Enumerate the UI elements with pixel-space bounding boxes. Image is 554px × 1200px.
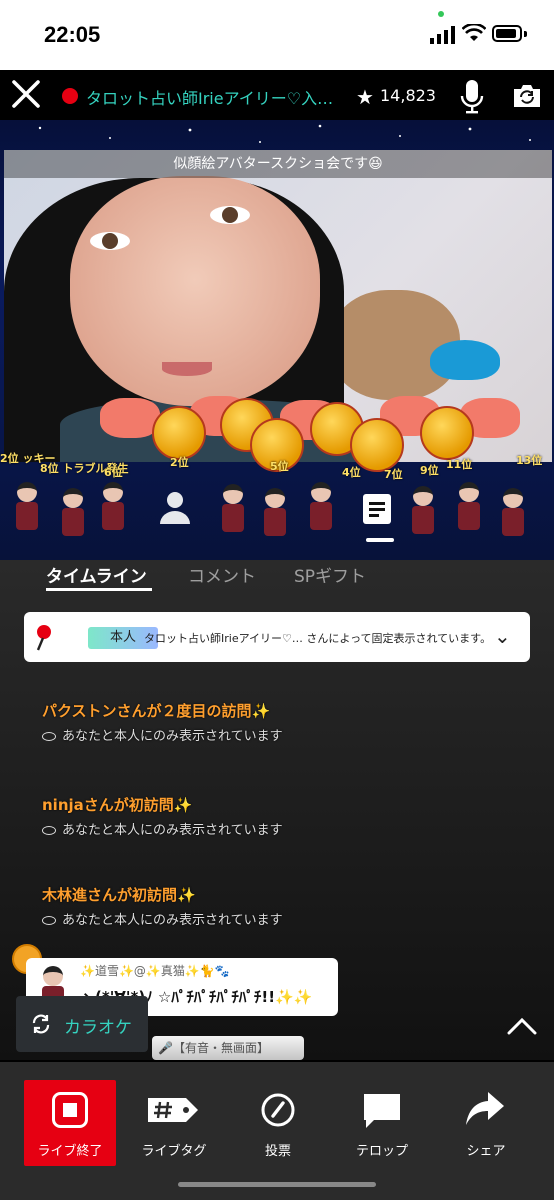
visit-title: 木林進さんが初訪問✨ [42,886,196,904]
right-eye [210,206,250,224]
plush-bird [430,340,500,380]
end-live-button[interactable]: ライブ終了 [24,1080,116,1166]
tab-timeline[interactable]: タイムライン [46,562,147,587]
eye-icon [42,826,56,835]
coral-gift [100,398,160,438]
visibility-note: あなたと本人にのみ表示されています [42,819,283,838]
caption-icon [364,1094,400,1128]
recording-indicator [438,11,444,17]
visit-title: ninjaさんが初訪問✨ [42,796,193,814]
channel-title[interactable]: タロット占い師Irieアイリー♡入… [86,85,346,109]
chevron-up-icon[interactable] [506,1016,538,1036]
battery-tip [524,31,527,37]
viewer-avatar[interactable] [100,482,126,542]
status-bar: 22:05 [0,0,554,70]
chat-username: ✨道雪✨@✨真猫✨🐈🐾 [80,964,230,978]
live-indicator [62,88,78,104]
left-eye [90,232,130,250]
rank-badge[interactable]: 9位 [420,462,439,478]
viewer-avatar[interactable] [60,488,86,548]
karaoke-label: カラオケ [64,1018,132,1038]
cellular-signal-icon [430,26,455,44]
pinned-text: タロット占い師Irieアイリー♡… さんによって固定表示されています。 [144,632,492,645]
rank-badge[interactable]: 2位 [170,454,189,470]
eye-icon [42,732,56,741]
video-banner: 似顔絵アバタースクショ会です😆 [4,150,552,178]
tab-sp-gift[interactable]: SPギフト [294,562,366,587]
live-tag-label: ライブタグ [141,1144,207,1159]
viewer-avatar[interactable] [456,482,482,542]
status-time: 22:05 [44,22,101,47]
visibility-note: あなたと本人にのみ表示されています [42,725,283,744]
stop-icon [52,1092,88,1128]
eye-icon [42,916,56,925]
viewer-avatar[interactable] [308,482,334,542]
avatar-crowd [0,478,554,560]
viewer-avatar[interactable] [410,486,436,546]
vote-button[interactable]: 投票 [232,1080,324,1166]
battery-icon [492,25,522,42]
repeat-icon [32,1014,50,1034]
karaoke-button[interactable]: カラオケ [16,996,148,1052]
camera-switch-icon[interactable] [512,83,542,109]
viewer-avatar[interactable] [220,484,246,544]
viewer-avatar[interactable] [14,482,40,542]
timeline-item: パクストンさんが２度目の訪問✨ あなたと本人にのみ表示されています [42,700,283,744]
viewer-count: 14,823 [380,86,436,105]
notes-icon[interactable] [360,492,394,526]
live-tag-button[interactable]: ライブタグ [128,1080,220,1166]
hashtag-tag-icon [148,1098,198,1122]
rank-badge[interactable]: 13位 [516,452,542,468]
vote-label: 投票 [264,1144,291,1159]
pinned-message[interactable]: 本人 タロット占い師Irieアイリー♡… さんによって固定表示されています。 ⌄ [24,612,530,662]
visibility-note: あなたと本人にのみ表示されています [42,909,283,928]
viewer-avatar[interactable] [500,488,526,548]
caption-label: テロップ [355,1144,408,1159]
caption-button[interactable]: テロップ [336,1080,428,1166]
profile-icon[interactable] [158,490,192,526]
streamer-mouth [162,362,212,376]
star-icon: ★ [356,85,374,109]
viewer-avatar[interactable] [262,488,288,548]
share-icon [466,1092,504,1125]
timeline-item: ninjaさんが初訪問✨ あなたと本人にのみ表示されています [42,794,283,838]
microphone-icon[interactable] [460,80,484,114]
chevron-down-icon[interactable]: ⌄ [494,624,511,648]
vote-icon [261,1093,295,1127]
rank-badge[interactable]: 5位 [270,458,289,474]
close-icon[interactable] [8,76,44,112]
share-button[interactable]: シェア [440,1080,532,1166]
tab-comment[interactable]: コメント [188,562,256,587]
starfield-decoration [38,124,531,143]
timeline-item: 木林進さんが初訪問✨ あなたと本人にのみ表示されています [42,884,283,928]
rank-badge[interactable]: 11位 [446,456,472,472]
music-bar[interactable]: 🎤【有音・無画面】 [152,1036,304,1060]
wifi-icon [462,24,486,41]
visit-title: パクストンさんが２度目の訪問✨ [42,702,271,720]
share-label: シェア [466,1144,506,1159]
notes-underline [366,538,394,542]
home-indicator[interactable] [178,1182,376,1187]
pin-icon [36,625,51,651]
active-tab-underline [46,588,152,591]
end-live-label: ライブ終了 [37,1144,103,1159]
